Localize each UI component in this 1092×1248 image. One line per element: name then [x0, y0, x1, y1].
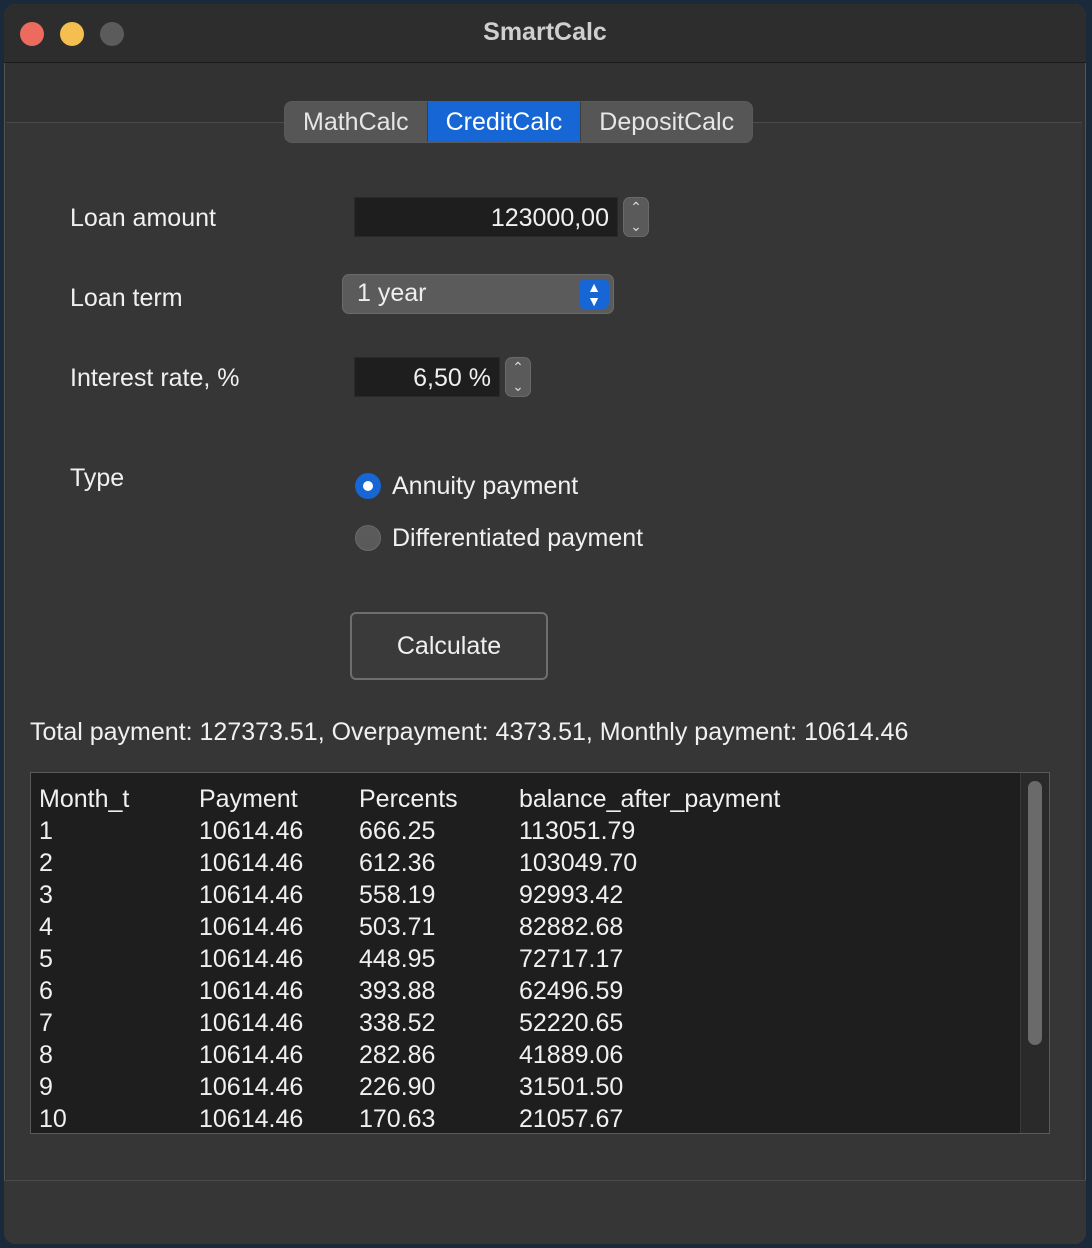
- table-cell: 10614.46: [199, 881, 304, 909]
- table-cell: 612.36: [359, 849, 436, 877]
- status-bar: [4, 1180, 1086, 1244]
- table-cell: 393.88: [359, 977, 436, 1005]
- table-cell: 62496.59: [519, 977, 624, 1005]
- loan-term-select[interactable]: 1 year ▲ ▼: [342, 274, 614, 314]
- table-cell: 503.71: [359, 913, 436, 941]
- table-cell: 226.90: [359, 1073, 436, 1101]
- table-cell: 7: [39, 1009, 53, 1037]
- interest-rate-label: Interest rate, %: [70, 364, 240, 392]
- table-cell: 558.19: [359, 881, 436, 909]
- chevron-up-down-icon: ▲ ▼: [579, 279, 609, 309]
- loan-term-value: 1 year: [357, 279, 427, 307]
- table-cell: 10614.46: [199, 977, 304, 1005]
- table-cell: 52220.65: [519, 1009, 624, 1037]
- tab-bar: MathCalc CreditCalc DepositCalc: [284, 101, 754, 143]
- table-cell: 10614.46: [199, 1073, 304, 1101]
- loan-term-label: Loan term: [70, 284, 183, 312]
- header-payment: Payment: [199, 785, 298, 813]
- loan-amount-stepper[interactable]: ⌃ ⌄: [623, 197, 649, 237]
- table-cell: 103049.70: [519, 849, 638, 877]
- schedule-table[interactable]: Month_t Payment Percents balance_after_p…: [30, 772, 1050, 1134]
- interest-rate-field[interactable]: 6,50 %: [354, 357, 500, 397]
- tab-depositcalc[interactable]: DepositCalc: [581, 102, 752, 142]
- table-cell: 72717.17: [519, 945, 624, 973]
- table-cell: 10614.46: [199, 1105, 304, 1133]
- table-cell: 10614.46: [199, 913, 304, 941]
- table-cell: 5: [39, 945, 53, 973]
- annuity-radio-label[interactable]: Annuity payment: [392, 472, 578, 501]
- calculate-button[interactable]: Calculate: [350, 612, 548, 680]
- table-cell: 9: [39, 1073, 53, 1101]
- loan-amount-label: Loan amount: [70, 204, 216, 232]
- title-bar: SmartCalc: [4, 4, 1086, 63]
- differentiated-radio-label[interactable]: Differentiated payment: [392, 524, 643, 553]
- scrollbar-thumb[interactable]: [1028, 781, 1042, 1045]
- table-cell: 82882.68: [519, 913, 624, 941]
- chevron-down-icon[interactable]: ⌄: [624, 217, 648, 236]
- table-cell: 10614.46: [199, 849, 304, 877]
- chevron-up-icon[interactable]: ⌃: [506, 358, 530, 377]
- table-cell: 448.95: [359, 945, 436, 973]
- annuity-radio[interactable]: [355, 473, 381, 499]
- chevron-down-icon[interactable]: ⌄: [506, 377, 530, 396]
- chevron-up-icon[interactable]: ⌃: [624, 198, 648, 217]
- table-cell: 282.86: [359, 1041, 436, 1069]
- table-cell: 41889.06: [519, 1041, 624, 1069]
- app-window: SmartCalc MathCalc CreditCalc DepositCal…: [4, 4, 1086, 1244]
- tab-mathcalc[interactable]: MathCalc: [285, 102, 428, 142]
- interest-rate-stepper[interactable]: ⌃ ⌄: [505, 357, 531, 397]
- header-month: Month_t: [39, 785, 130, 813]
- table-cell: 31501.50: [519, 1073, 624, 1101]
- header-percents: Percents: [359, 785, 458, 813]
- table-cell: 338.52: [359, 1009, 436, 1037]
- table-cell: 2: [39, 849, 53, 877]
- table-cell: 113051.79: [519, 817, 636, 845]
- table-cell: 8: [39, 1041, 53, 1069]
- table-cell: 6: [39, 977, 53, 1005]
- table-cell: 92993.42: [519, 881, 624, 909]
- result-summary: Total payment: 127373.51, Overpayment: 4…: [30, 718, 909, 746]
- table-cell: 3: [39, 881, 53, 909]
- loan-amount-field[interactable]: 123000,00: [354, 197, 618, 237]
- type-label: Type: [70, 464, 125, 492]
- table-cell: 1: [39, 817, 53, 845]
- table-cell: 10614.46: [199, 1009, 304, 1037]
- table-cell: 10614.46: [199, 1041, 304, 1069]
- differentiated-radio[interactable]: [355, 525, 381, 551]
- table-cell: 666.25: [359, 817, 436, 845]
- table-cell: 170.63: [359, 1105, 436, 1133]
- table-cell: 4: [39, 913, 53, 941]
- table-cell: 10614.46: [199, 817, 304, 845]
- table-cell: 10614.46: [199, 945, 304, 973]
- window-title: SmartCalc: [483, 18, 607, 46]
- tab-creditcalc[interactable]: CreditCalc: [427, 102, 582, 142]
- scrollbar[interactable]: [1020, 773, 1049, 1133]
- table-cell: 21057.67: [519, 1105, 624, 1133]
- table-cell: 10: [39, 1105, 67, 1133]
- header-balance: balance_after_payment: [519, 785, 781, 813]
